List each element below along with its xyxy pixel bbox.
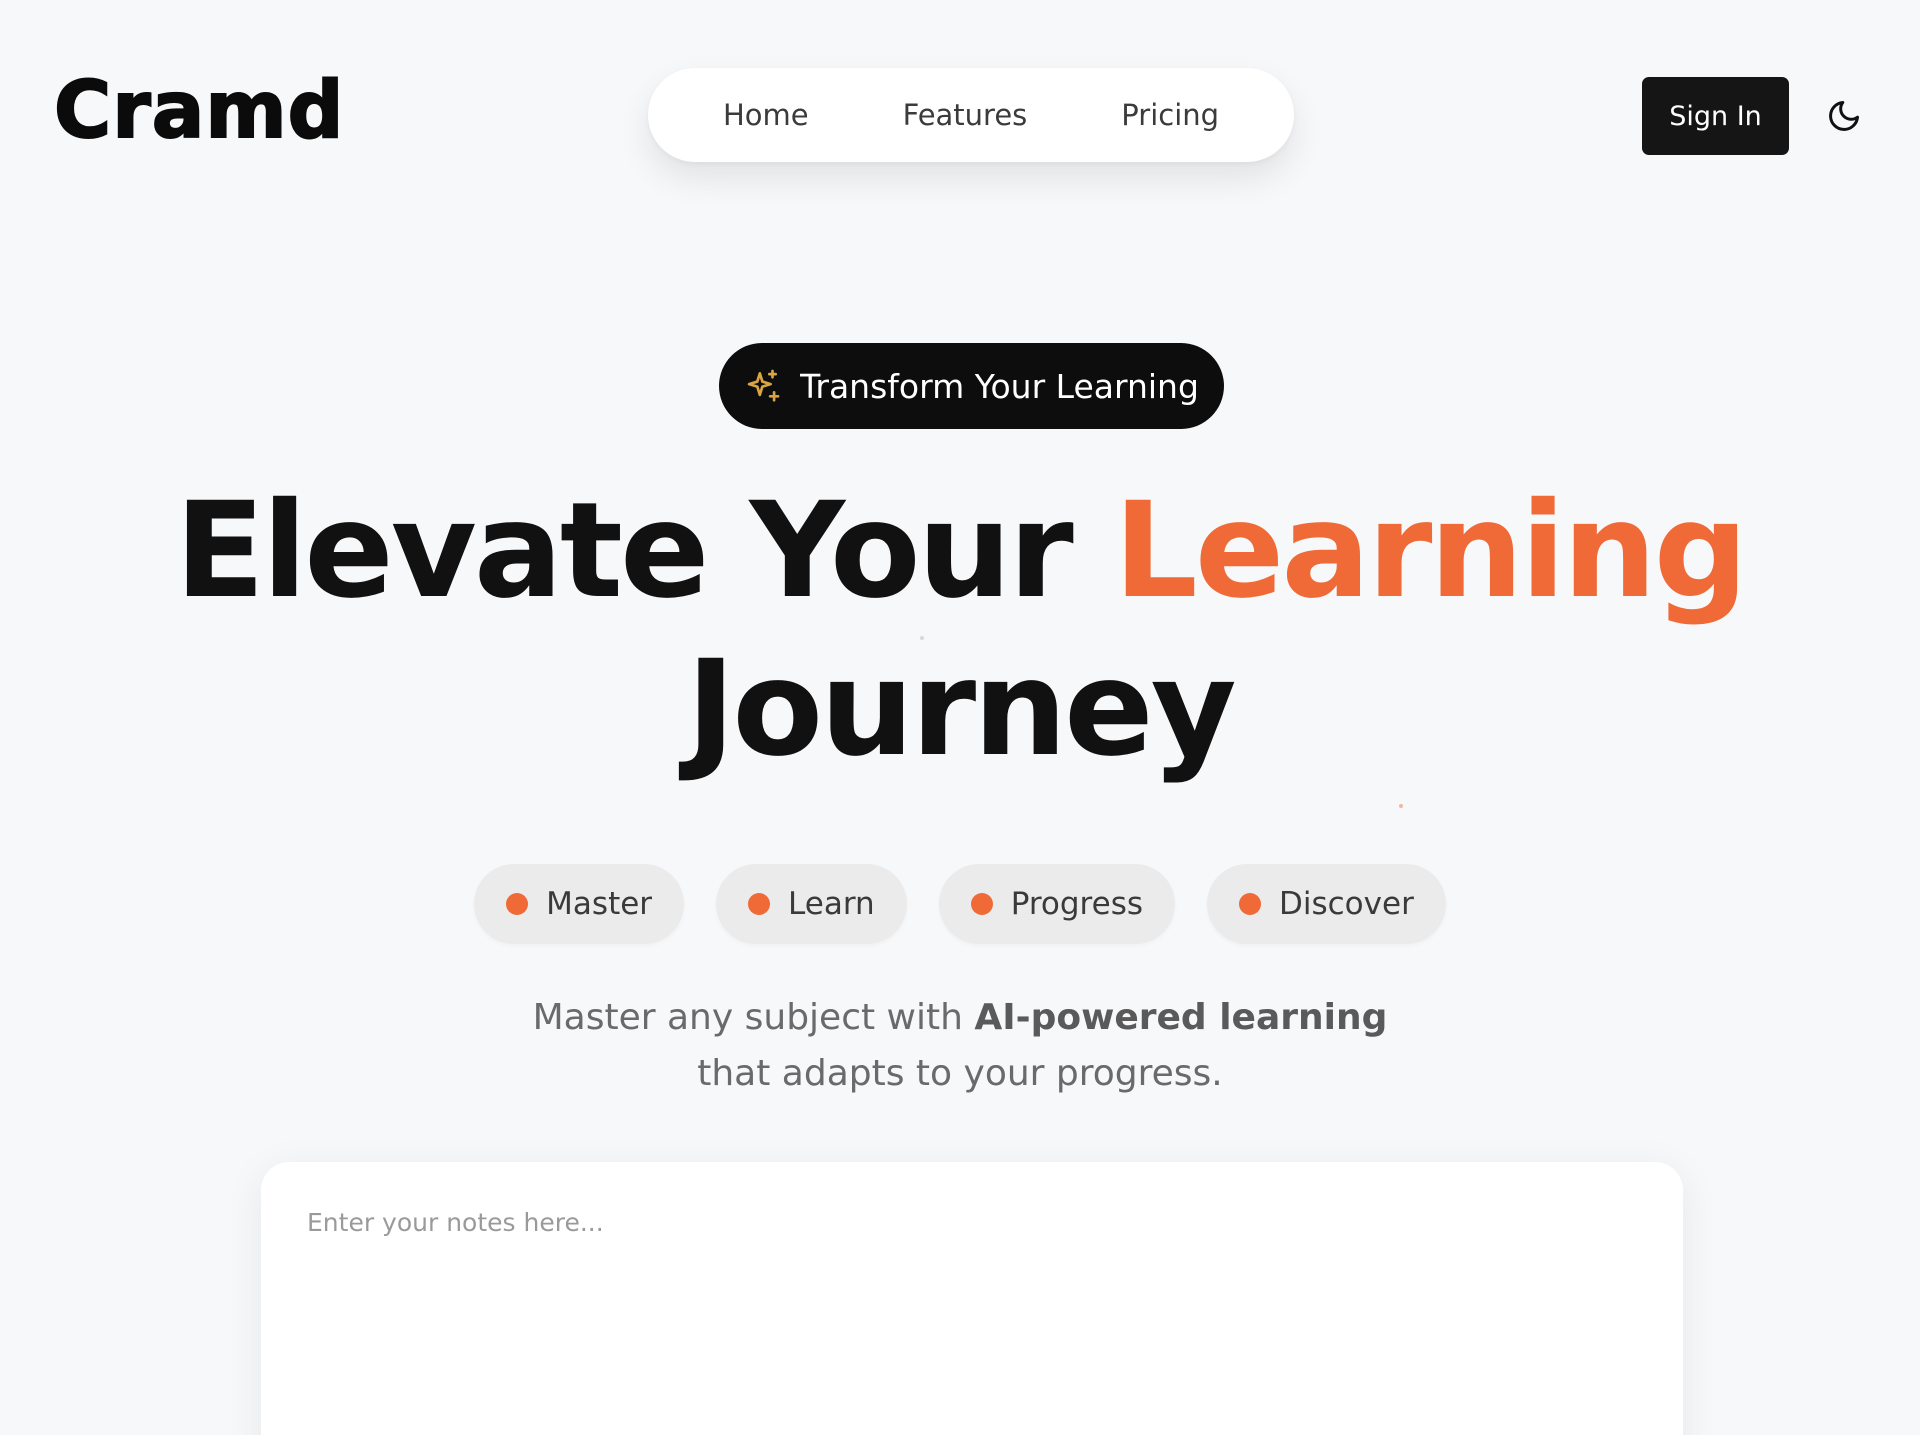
page: Cramd Home Features Pricing Sign In Tran… — [0, 0, 1920, 1435]
description-bold: AI-powered learning — [974, 997, 1388, 1038]
chip-label: Discover — [1279, 886, 1414, 922]
chip-discover[interactable]: Discover — [1207, 864, 1446, 944]
main-nav: Home Features Pricing — [648, 68, 1294, 162]
hero-title-part2: Journey — [686, 632, 1236, 786]
chip-dot-icon — [1239, 893, 1261, 915]
chip-dot-icon — [506, 893, 529, 915]
decorative-speck — [920, 636, 924, 640]
chip-label: Learn — [788, 886, 875, 922]
decorative-speck — [1399, 804, 1403, 808]
notes-card — [261, 1162, 1683, 1435]
nav-home-link[interactable]: Home — [723, 98, 809, 132]
feature-chips: Master Learn Progress Discover — [0, 864, 1920, 944]
chip-learn[interactable]: Learn — [716, 864, 907, 944]
hero-badge-text: Transform Your Learning — [800, 366, 1199, 406]
chip-label: Progress — [1010, 886, 1143, 922]
chip-dot-icon — [970, 893, 993, 915]
sign-in-button[interactable]: Sign In — [1642, 77, 1789, 155]
hero-title-accent: Learning — [1113, 474, 1748, 628]
notes-input[interactable] — [307, 1208, 1637, 1428]
logo[interactable]: Cramd — [53, 71, 344, 151]
nav-pricing-link[interactable]: Pricing — [1121, 98, 1219, 132]
description-prefix: Master any subject with — [532, 997, 975, 1038]
moon-icon — [1829, 101, 1859, 131]
chip-label: Master — [546, 886, 653, 922]
chip-master[interactable]: Master — [474, 864, 685, 944]
hero-title-part1: Elevate Your — [174, 474, 1114, 628]
description-suffix: that adapts to your progress. — [697, 1053, 1223, 1094]
hero-badge: Transform Your Learning — [719, 343, 1224, 429]
nav-features-link[interactable]: Features — [903, 98, 1028, 132]
chip-progress[interactable]: Progress — [938, 864, 1175, 944]
theme-toggle-button[interactable] — [1822, 94, 1866, 138]
sparkles-icon — [747, 369, 780, 402]
hero-description: Master any subject with AI-powered learn… — [0, 990, 1920, 1102]
chip-dot-icon — [748, 893, 771, 915]
hero-title: Elevate Your Learning Journey — [0, 472, 1920, 788]
